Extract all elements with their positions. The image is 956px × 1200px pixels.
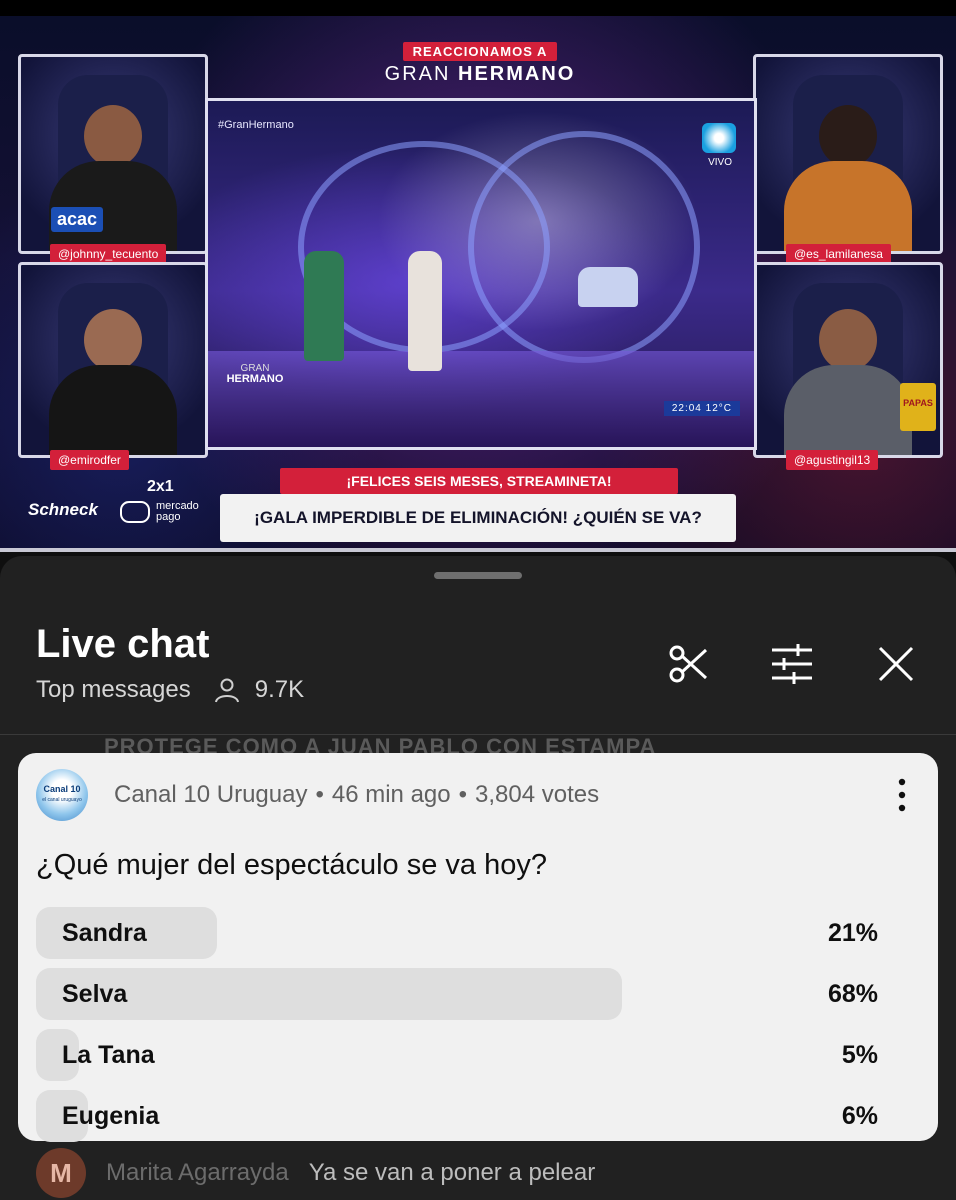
chat-author: Marita Agarrayda <box>106 1159 289 1186</box>
poll-channel-name: Canal 10 Uruguay <box>114 781 308 808</box>
sponsor-mercadopago-logo: mercado pago <box>120 501 199 523</box>
close-icon <box>874 646 918 690</box>
show-title: REACCIONAMOS A GRAN HERMANO <box>340 42 620 86</box>
poll-option-label: La Tana <box>62 1041 155 1069</box>
poll-option-label: Selva <box>62 980 128 1008</box>
show-name-part-1: GRAN <box>384 63 451 85</box>
video-player[interactable]: REACCIONAMOS A GRAN HERMANO acac @johnny… <box>0 16 956 552</box>
close-chat-button[interactable] <box>874 642 918 686</box>
stage-ring <box>468 131 700 363</box>
broadcast-hashtag: #GranHermano <box>218 119 294 131</box>
live-chat-sheet: Live chat Top messages 9.7K PROTEGE COMO… <box>0 556 956 1200</box>
poll-option[interactable]: Selva 68% <box>36 968 898 1020</box>
host-cam-4: PAPAS <box>753 262 943 458</box>
sponsor-2x1: 2x1 <box>147 478 174 495</box>
chat-mode-selector[interactable]: Top messages <box>36 676 191 704</box>
chat-message[interactable]: M Marita Agarrayda Ya se van a poner a p… <box>36 1148 595 1198</box>
show-name: GRAN HERMANO <box>340 63 620 86</box>
avatar: M <box>36 1148 86 1198</box>
channel-10-logo <box>702 123 736 153</box>
poll-option-percent: 6% <box>841 1102 878 1130</box>
poll-card: Canal 10 el canal uruguayo Canal 10 Urug… <box>18 753 938 1142</box>
tune-icon <box>770 644 814 690</box>
chat-text: Ya se van a poner a pelear <box>308 1159 596 1186</box>
clip-button[interactable] <box>666 642 710 686</box>
host-desk <box>578 267 638 307</box>
poll-option[interactable]: Eugenia 6% <box>36 1090 898 1142</box>
chat-subtitle: Top messages 9.7K <box>36 676 304 704</box>
chips-bag: PAPAS <box>900 383 936 431</box>
host-cam-3 <box>753 54 943 254</box>
poll-time: 46 min ago <box>331 781 451 808</box>
poll-option-percent: 68% <box>827 980 878 1008</box>
host-cam-2 <box>18 262 208 458</box>
banner-headline: ¡GALA IMPERDIBLE DE ELIMINACIÓN! ¿QUIÉN … <box>220 494 736 542</box>
poll-option[interactable]: La Tana 5% <box>36 1029 898 1081</box>
host-figure <box>784 105 912 251</box>
host-tag-3: @es_lamilanesa <box>786 244 891 264</box>
poll-option-percent: 5% <box>841 1041 878 1069</box>
poll-option-percent: 21% <box>827 919 878 947</box>
chat-settings-button[interactable] <box>770 642 814 686</box>
host-cam-1: acac <box>18 54 208 254</box>
poll-question: ¿Qué mujer del espectáculo se va hoy? <box>36 849 547 881</box>
channel-logo-line-2: el canal uruguayo <box>42 797 82 803</box>
poll-option-label: Eugenia <box>62 1102 160 1130</box>
handshake-icon <box>120 501 150 523</box>
host-figure <box>784 309 912 455</box>
live-label: VIVO <box>708 157 732 168</box>
poll-meta: Canal 10 Uruguay • 46 min ago • 3,804 votes <box>114 781 600 808</box>
viewer-count: 9.7K <box>254 676 305 703</box>
broadcast-clock: 22:04 12°C <box>663 401 740 416</box>
sponsor-mp-line-2: pago <box>156 511 181 523</box>
person-icon <box>213 676 241 704</box>
host-tag-1: @johnny_tecuento <box>50 244 167 264</box>
contestant-figure <box>408 251 442 371</box>
poll-option-label: Sandra <box>62 919 147 947</box>
banner-anniversary: ¡FELICES SEIS MESES, STREAMINETA! <box>280 468 678 494</box>
drag-handle[interactable] <box>434 572 522 579</box>
channel-avatar[interactable]: Canal 10 el canal uruguayo <box>36 769 88 821</box>
host-tag-2: @emirodfer <box>50 450 129 470</box>
poll-option[interactable]: Sandra 21% <box>36 907 898 959</box>
contestant-figure <box>304 251 344 361</box>
show-name-part-2: HERMANO <box>458 63 576 85</box>
gh-logo-line-2: HERMANO <box>226 373 284 385</box>
host-tag-4: @agustingil13 <box>786 450 879 470</box>
tv-broadcast-feed: #GranHermano VIVO GRAN HERMANO 22:04 12°… <box>205 98 757 450</box>
scissors-icon <box>666 645 710 690</box>
gran-hermano-logo: GRAN HERMANO <box>222 363 288 385</box>
more-vert-icon <box>896 778 908 817</box>
show-kicker: REACCIONAMOS A <box>402 42 558 61</box>
chat-title: Live chat <box>36 622 210 666</box>
stage-floor <box>208 351 754 447</box>
video-progress-track <box>0 548 956 552</box>
channel-logo-line-1: Canal 10 <box>43 784 81 794</box>
poll-more-button[interactable] <box>896 777 908 813</box>
status-strip <box>0 0 956 16</box>
acac-badge: acac <box>51 207 104 232</box>
poll-votes: 3,804 votes <box>475 781 600 808</box>
host-figure <box>49 309 177 455</box>
sponsor-schneck-logo: Schneck <box>28 500 98 519</box>
chat-message-obscured: PROTEGE COMO A JUAN PABLO CON ESTAMPA <box>104 734 657 754</box>
